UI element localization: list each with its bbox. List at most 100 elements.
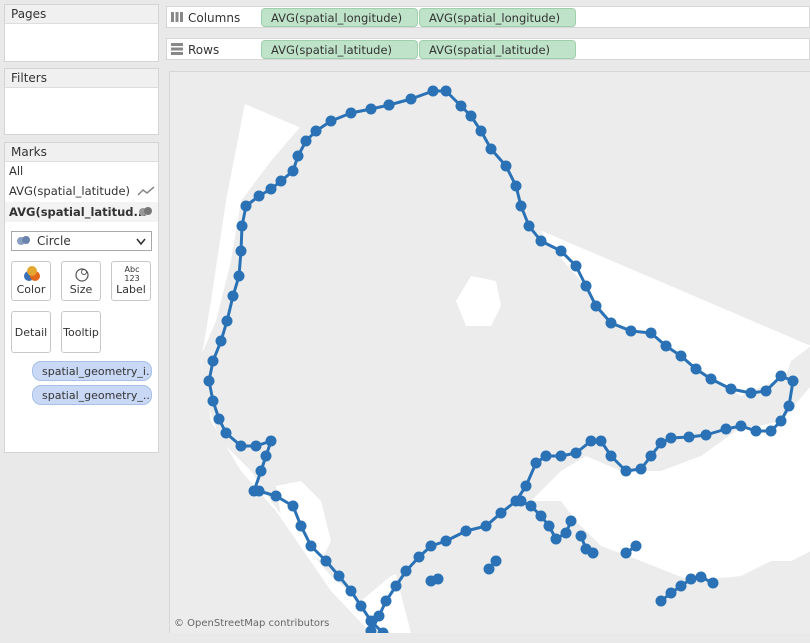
marks-all-tab[interactable]: All	[5, 161, 158, 181]
route-point[interactable]	[227, 290, 239, 302]
route-point[interactable]	[520, 480, 532, 492]
columns-pill-1[interactable]: AVG(spatial_longitude)	[261, 8, 418, 27]
route-point[interactable]	[250, 440, 262, 452]
route-point[interactable]	[495, 507, 507, 519]
route-point[interactable]	[275, 175, 287, 187]
route-point[interactable]	[585, 435, 597, 447]
mark-type-dropdown[interactable]: Circle	[11, 231, 152, 251]
route-point[interactable]	[460, 525, 472, 537]
route-point[interactable]	[745, 387, 757, 399]
route-point[interactable]	[525, 500, 537, 512]
route-point[interactable]	[775, 415, 787, 427]
route-point[interactable]	[287, 165, 299, 177]
route-point[interactable]	[605, 450, 617, 462]
route-point[interactable]	[413, 551, 425, 563]
tooltip-button[interactable]: Tooltip	[61, 311, 101, 353]
route-point[interactable]	[270, 490, 282, 502]
route-point[interactable]	[765, 425, 777, 437]
route-point[interactable]	[475, 125, 487, 137]
route-point[interactable]	[690, 363, 702, 375]
route-point[interactable]	[425, 540, 437, 552]
route-point[interactable]	[787, 375, 799, 387]
route-point[interactable]	[660, 340, 672, 352]
route-point[interactable]	[400, 565, 412, 577]
route-point[interactable]	[333, 570, 345, 582]
route-point[interactable]	[215, 335, 227, 347]
route-point[interactable]	[635, 463, 647, 475]
route-point[interactable]	[345, 107, 357, 119]
detail-field-pill-1[interactable]: spatial_geometry_i..	[32, 361, 152, 381]
route-point[interactable]	[705, 373, 717, 385]
color-button[interactable]: Color	[11, 261, 51, 301]
columns-pill-2[interactable]: AVG(spatial_longitude)	[419, 8, 576, 27]
route-point[interactable]	[535, 235, 547, 247]
route-point[interactable]	[575, 530, 587, 542]
route-point[interactable]	[432, 573, 444, 585]
route-point[interactable]	[683, 431, 695, 443]
route-point[interactable]	[523, 220, 535, 232]
marks-layer-latitude-2[interactable]: AVG(spatial_latitud...	[5, 202, 158, 222]
route-point[interactable]	[655, 595, 667, 607]
detail-button[interactable]: Detail	[11, 311, 51, 353]
route-point[interactable]	[265, 183, 277, 195]
route-point[interactable]	[295, 520, 307, 532]
route-point[interactable]	[595, 435, 607, 447]
route-point[interactable]	[380, 595, 392, 607]
route-point[interactable]	[365, 103, 377, 115]
columns-shelf[interactable]: Columns AVG(spatial_longitude) AVG(spati…	[166, 6, 810, 28]
filters-card[interactable]: Filters	[4, 68, 159, 135]
route-point[interactable]	[365, 615, 377, 627]
route-point[interactable]	[625, 325, 637, 337]
route-point[interactable]	[735, 420, 747, 432]
route-point[interactable]	[480, 520, 492, 532]
route-point[interactable]	[570, 447, 582, 459]
route-point[interactable]	[221, 315, 233, 327]
route-point[interactable]	[570, 260, 582, 272]
route-point[interactable]	[515, 495, 527, 507]
route-point[interactable]	[685, 573, 697, 585]
route-point[interactable]	[236, 220, 248, 232]
route-point[interactable]	[265, 435, 277, 447]
route-point[interactable]	[500, 160, 512, 172]
route-point[interactable]	[485, 143, 497, 155]
route-point[interactable]	[260, 450, 272, 462]
route-point[interactable]	[325, 115, 337, 127]
route-point[interactable]	[645, 450, 657, 462]
route-point[interactable]	[565, 515, 577, 527]
route-point[interactable]	[390, 580, 402, 592]
route-point[interactable]	[515, 200, 527, 212]
route-point[interactable]	[235, 440, 247, 452]
route-point[interactable]	[587, 547, 599, 559]
route-point[interactable]	[630, 540, 642, 552]
route-point[interactable]	[405, 93, 417, 105]
route-point[interactable]	[203, 375, 215, 387]
route-point[interactable]	[310, 125, 322, 137]
route-point[interactable]	[605, 317, 617, 329]
route-point[interactable]	[707, 577, 719, 589]
route-point[interactable]	[235, 245, 247, 257]
route-point[interactable]	[590, 300, 602, 312]
map-view[interactable]: © OpenStreetMap contributors	[169, 71, 810, 633]
route-point[interactable]	[555, 450, 567, 462]
route-point[interactable]	[440, 535, 452, 547]
route-point[interactable]	[530, 457, 542, 469]
route-point[interactable]	[560, 527, 572, 539]
route-point[interactable]	[427, 85, 439, 97]
route-point[interactable]	[213, 413, 225, 425]
route-point[interactable]	[555, 245, 567, 257]
route-point[interactable]	[383, 99, 395, 111]
route-point[interactable]	[675, 580, 687, 592]
map-canvas[interactable]	[170, 72, 810, 633]
rows-shelf[interactable]: Rows AVG(spatial_latitude) AVG(spatial_l…	[166, 38, 810, 60]
route-point[interactable]	[253, 190, 265, 202]
route-point[interactable]	[355, 600, 367, 612]
route-point[interactable]	[305, 540, 317, 552]
route-point[interactable]	[345, 585, 357, 597]
route-point[interactable]	[207, 395, 219, 407]
rows-pill-2[interactable]: AVG(spatial_latitude)	[419, 40, 576, 59]
route-point[interactable]	[292, 150, 304, 162]
route-point[interactable]	[665, 587, 677, 599]
route-point[interactable]	[490, 555, 502, 567]
label-button[interactable]: Abc 123 Label	[111, 261, 151, 301]
route-point[interactable]	[535, 510, 547, 522]
